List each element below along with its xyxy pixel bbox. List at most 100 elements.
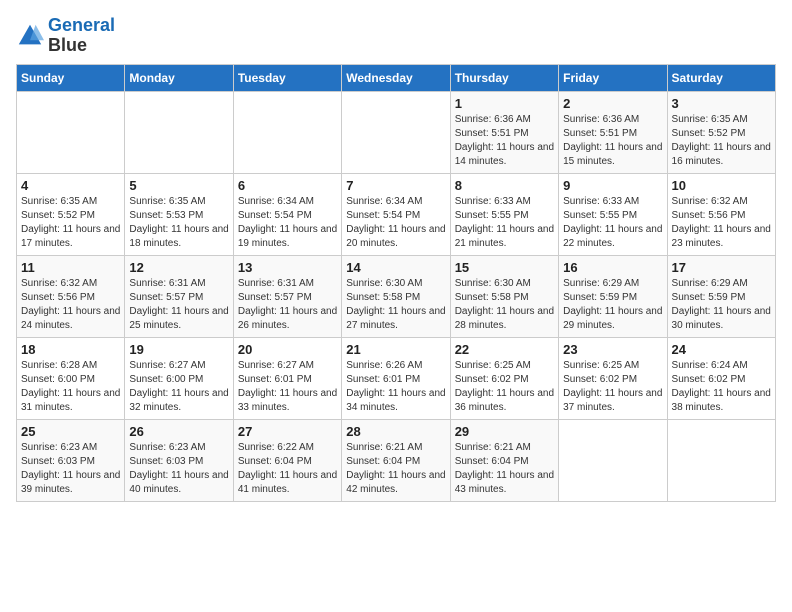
calendar-cell: 4Sunrise: 6:35 AM Sunset: 5:52 PM Daylig… — [17, 173, 125, 255]
day-info: Sunrise: 6:28 AM Sunset: 6:00 PM Dayligh… — [21, 359, 120, 415]
calendar-cell — [667, 419, 775, 501]
calendar-cell: 17 Sunrise: 6:29 AM Sunset: 5:59 PM Dayli… — [667, 255, 775, 337]
day-info: Sunrise: 6:36 AM Sunset: 5:51 PM Dayligh… — [455, 113, 554, 169]
day-number: 8 — [455, 178, 554, 193]
day-info: Sunrise: 6:29 AM Sunset: 5:59 PM Dayligh… — [672, 277, 771, 333]
calendar-cell: 20 Sunrise: 6:27 AM Sunset: 6:01 PM Dayli… — [233, 337, 341, 419]
page-header: General Blue — [16, 16, 776, 56]
calendar-cell: 6 Sunrise: 6:34 AM Sunset: 5:54 PM Daylig… — [233, 173, 341, 255]
day-info: Sunrise: 6:30 AM Sunset: 5:58 PM Dayligh… — [455, 277, 554, 333]
day-number: 20 — [238, 342, 337, 357]
calendar-cell — [559, 419, 667, 501]
calendar-cell — [17, 91, 125, 173]
day-info: Sunrise: 6:25 AM Sunset: 6:02 PM Dayligh… — [563, 359, 662, 415]
day-number: 27 — [238, 424, 337, 439]
calendar-cell — [125, 91, 233, 173]
day-number: 24 — [672, 342, 771, 357]
day-number: 7 — [346, 178, 445, 193]
weekday-header-sunday: Sunday — [17, 64, 125, 91]
day-info: Sunrise: 6:31 AM Sunset: 5:57 PM Dayligh… — [238, 277, 337, 333]
calendar-cell: 25Sunrise: 6:23 AM Sunset: 6:03 PM Dayli… — [17, 419, 125, 501]
calendar-table: SundayMondayTuesdayWednesdayThursdayFrid… — [16, 64, 776, 502]
day-info: Sunrise: 6:34 AM Sunset: 5:54 PM Dayligh… — [346, 195, 445, 251]
day-info: Sunrise: 6:23 AM Sunset: 6:03 PM Dayligh… — [21, 441, 120, 497]
day-number: 18 — [21, 342, 120, 357]
day-info: Sunrise: 6:23 AM Sunset: 6:03 PM Dayligh… — [129, 441, 228, 497]
logo-icon — [16, 22, 44, 50]
day-info: Sunrise: 6:32 AM Sunset: 5:56 PM Dayligh… — [672, 195, 771, 251]
day-number: 21 — [346, 342, 445, 357]
calendar-cell: 19 Sunrise: 6:27 AM Sunset: 6:00 PM Dayli… — [125, 337, 233, 419]
calendar-cell: 21 Sunrise: 6:26 AM Sunset: 6:01 PM Dayli… — [342, 337, 450, 419]
day-info: Sunrise: 6:22 AM Sunset: 6:04 PM Dayligh… — [238, 441, 337, 497]
calendar-cell: 18 Sunrise: 6:28 AM Sunset: 6:00 PM Dayli… — [17, 337, 125, 419]
calendar-cell: 16 Sunrise: 6:29 AM Sunset: 5:59 PM Dayli… — [559, 255, 667, 337]
calendar-cell: 24 Sunrise: 6:24 AM Sunset: 6:02 PM Dayli… — [667, 337, 775, 419]
day-number: 16 — [563, 260, 662, 275]
calendar-cell: 15 Sunrise: 6:30 AM Sunset: 5:58 PM Dayli… — [450, 255, 558, 337]
day-number: 12 — [129, 260, 228, 275]
day-info: Sunrise: 6:32 AM Sunset: 5:56 PM Dayligh… — [21, 277, 120, 333]
calendar-cell — [233, 91, 341, 173]
day-number: 17 — [672, 260, 771, 275]
calendar-cell: 22 Sunrise: 6:25 AM Sunset: 6:02 PM Dayli… — [450, 337, 558, 419]
day-number: 2 — [563, 96, 662, 111]
day-number: 22 — [455, 342, 554, 357]
day-number: 23 — [563, 342, 662, 357]
day-info: Sunrise: 6:21 AM Sunset: 6:04 PM Dayligh… — [455, 441, 554, 497]
day-info: Sunrise: 6:26 AM Sunset: 6:01 PM Dayligh… — [346, 359, 445, 415]
weekday-header-saturday: Saturday — [667, 64, 775, 91]
day-info: Sunrise: 6:25 AM Sunset: 6:02 PM Dayligh… — [455, 359, 554, 415]
day-info: Sunrise: 6:27 AM Sunset: 6:01 PM Dayligh… — [238, 359, 337, 415]
weekday-header-monday: Monday — [125, 64, 233, 91]
calendar-cell: 29 Sunrise: 6:21 AM Sunset: 6:04 PM Dayli… — [450, 419, 558, 501]
day-number: 10 — [672, 178, 771, 193]
day-number: 3 — [672, 96, 771, 111]
day-number: 14 — [346, 260, 445, 275]
weekday-header-thursday: Thursday — [450, 64, 558, 91]
day-number: 29 — [455, 424, 554, 439]
calendar-cell: 5 Sunrise: 6:35 AM Sunset: 5:53 PM Daylig… — [125, 173, 233, 255]
day-info: Sunrise: 6:36 AM Sunset: 5:51 PM Dayligh… — [563, 113, 662, 169]
day-number: 4 — [21, 178, 120, 193]
calendar-cell: 28 Sunrise: 6:21 AM Sunset: 6:04 PM Dayli… — [342, 419, 450, 501]
logo-text: General Blue — [48, 16, 115, 56]
calendar-cell: 27 Sunrise: 6:22 AM Sunset: 6:04 PM Dayli… — [233, 419, 341, 501]
day-info: Sunrise: 6:33 AM Sunset: 5:55 PM Dayligh… — [455, 195, 554, 251]
calendar-cell: 13 Sunrise: 6:31 AM Sunset: 5:57 PM Dayli… — [233, 255, 341, 337]
day-number: 28 — [346, 424, 445, 439]
calendar-cell: 1 Sunrise: 6:36 AM Sunset: 5:51 PM Daylig… — [450, 91, 558, 173]
day-info: Sunrise: 6:24 AM Sunset: 6:02 PM Dayligh… — [672, 359, 771, 415]
day-number: 15 — [455, 260, 554, 275]
calendar-cell: 12 Sunrise: 6:31 AM Sunset: 5:57 PM Dayli… — [125, 255, 233, 337]
day-number: 11 — [21, 260, 120, 275]
day-number: 13 — [238, 260, 337, 275]
weekday-header-tuesday: Tuesday — [233, 64, 341, 91]
calendar-cell — [342, 91, 450, 173]
day-info: Sunrise: 6:30 AM Sunset: 5:58 PM Dayligh… — [346, 277, 445, 333]
day-info: Sunrise: 6:31 AM Sunset: 5:57 PM Dayligh… — [129, 277, 228, 333]
calendar-cell: 10 Sunrise: 6:32 AM Sunset: 5:56 PM Dayli… — [667, 173, 775, 255]
day-info: Sunrise: 6:33 AM Sunset: 5:55 PM Dayligh… — [563, 195, 662, 251]
day-info: Sunrise: 6:27 AM Sunset: 6:00 PM Dayligh… — [129, 359, 228, 415]
calendar-cell: 26Sunrise: 6:23 AM Sunset: 6:03 PM Dayli… — [125, 419, 233, 501]
day-number: 19 — [129, 342, 228, 357]
day-number: 9 — [563, 178, 662, 193]
calendar-cell: 8 Sunrise: 6:33 AM Sunset: 5:55 PM Daylig… — [450, 173, 558, 255]
day-info: Sunrise: 6:35 AM Sunset: 5:52 PM Dayligh… — [672, 113, 771, 169]
calendar-cell: 2 Sunrise: 6:36 AM Sunset: 5:51 PM Daylig… — [559, 91, 667, 173]
day-info: Sunrise: 6:35 AM Sunset: 5:53 PM Dayligh… — [129, 195, 228, 251]
calendar-cell: 9 Sunrise: 6:33 AM Sunset: 5:55 PM Daylig… — [559, 173, 667, 255]
calendar-cell: 23 Sunrise: 6:25 AM Sunset: 6:02 PM Dayli… — [559, 337, 667, 419]
calendar-cell: 3 Sunrise: 6:35 AM Sunset: 5:52 PM Daylig… — [667, 91, 775, 173]
day-number: 6 — [238, 178, 337, 193]
day-info: Sunrise: 6:34 AM Sunset: 5:54 PM Dayligh… — [238, 195, 337, 251]
day-info: Sunrise: 6:21 AM Sunset: 6:04 PM Dayligh… — [346, 441, 445, 497]
weekday-header-wednesday: Wednesday — [342, 64, 450, 91]
day-number: 5 — [129, 178, 228, 193]
weekday-header-friday: Friday — [559, 64, 667, 91]
calendar-cell: 7 Sunrise: 6:34 AM Sunset: 5:54 PM Daylig… — [342, 173, 450, 255]
day-info: Sunrise: 6:29 AM Sunset: 5:59 PM Dayligh… — [563, 277, 662, 333]
calendar-cell: 14 Sunrise: 6:30 AM Sunset: 5:58 PM Dayli… — [342, 255, 450, 337]
day-number: 1 — [455, 96, 554, 111]
